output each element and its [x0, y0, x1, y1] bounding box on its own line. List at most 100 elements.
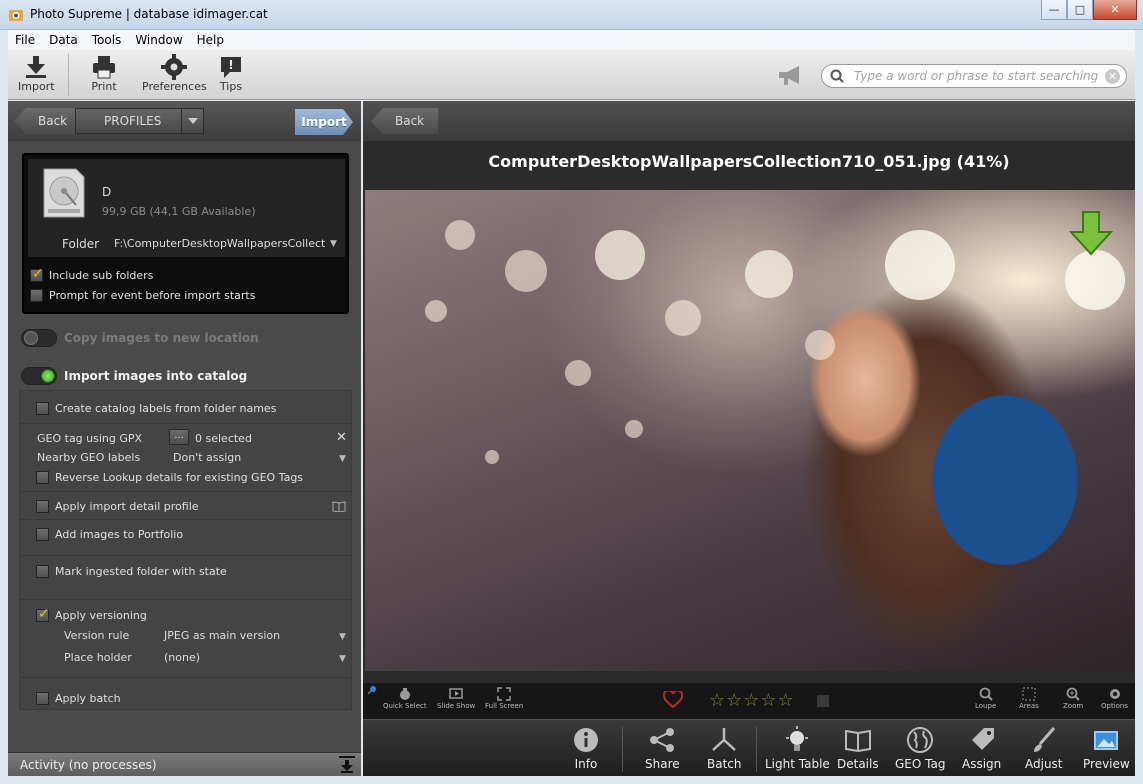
slide-show-icon [449, 688, 463, 699]
minimize-button[interactable]: — [1041, 0, 1067, 20]
tab-batch[interactable]: Batch [707, 726, 742, 771]
zoom-label: Zoom [1063, 702, 1084, 710]
apply-batch-checkbox[interactable] [36, 692, 49, 705]
nearby-geo-label: Nearby GEO labels [37, 451, 141, 464]
include-sub-folders-row[interactable]: Include sub folders [30, 266, 153, 282]
slide-show-label: Slide Show [437, 702, 476, 710]
add-portfolio-checkbox[interactable] [36, 528, 49, 541]
folder-dropdown-icon[interactable]: ▼ [330, 239, 337, 249]
reject-flag[interactable] [817, 695, 829, 707]
menu-file[interactable]: File [8, 33, 42, 47]
heart-icon[interactable] [663, 691, 683, 709]
search-box[interactable]: Type a word or phrase to start searching… [821, 64, 1127, 88]
apply-versioning-row[interactable]: Apply versioning [36, 606, 147, 622]
quick-select-button[interactable]: Quick Select [383, 686, 427, 710]
tab-details[interactable]: Details [837, 726, 879, 771]
tab-details-label: Details [837, 757, 879, 771]
create-labels-checkbox[interactable] [36, 402, 49, 415]
areas-icon [1022, 687, 1036, 701]
copy-images-toggle[interactable] [21, 329, 57, 347]
tab-info[interactable]: Info [572, 726, 600, 771]
loupe-button[interactable]: Loupe [975, 686, 996, 710]
place-holder-dropdown-icon[interactable]: ▼ [339, 654, 346, 664]
picture-icon [1094, 731, 1119, 750]
copy-images-label: Copy images to new location [64, 331, 259, 345]
import-catalog-toggle[interactable] [21, 367, 57, 385]
full-screen-button[interactable]: Full Screen [485, 686, 523, 710]
menu-data[interactable]: Data [42, 33, 85, 47]
import-options: Create catalog labels from folder names … [19, 390, 353, 710]
star-rating[interactable]: ☆☆☆☆☆ [709, 690, 795, 711]
import-toolbar-button[interactable]: Import [18, 54, 55, 93]
quick-select-icon [399, 688, 410, 700]
pin-icon[interactable] [367, 685, 377, 695]
mark-folder-row[interactable]: Mark ingested folder with state [36, 565, 227, 578]
nearby-geo-dropdown-icon[interactable]: ▼ [339, 454, 346, 464]
apply-profile-row[interactable]: Apply import detail profile [36, 500, 199, 513]
version-rule-select[interactable]: JPEG as main version [164, 629, 280, 642]
tab-info-label: Info [574, 757, 598, 771]
toolbar-separator [68, 54, 69, 96]
version-rule-dropdown-icon[interactable]: ▼ [339, 632, 346, 642]
menu-tools[interactable]: Tools [85, 33, 129, 47]
main-toolbar: Import Print Preferences ! Tips Type a w… [8, 50, 1135, 100]
close-button[interactable]: ✕ [1093, 0, 1137, 20]
tab-geo-tag[interactable]: GEO Tag [895, 726, 945, 771]
close-icon[interactable]: ✕ [336, 430, 347, 445]
apply-versioning-checkbox[interactable] [36, 606, 50, 622]
megaphone-icon[interactable] [777, 64, 805, 88]
apply-profile-label: Apply import detail profile [55, 500, 199, 513]
place-holder-select[interactable]: (none) [164, 651, 200, 664]
left-back-button[interactable]: Back [14, 108, 82, 134]
mark-folder-checkbox[interactable] [36, 565, 49, 578]
apply-batch-label: Apply batch [55, 692, 121, 705]
activity-bar[interactable]: Activity (no processes) [8, 752, 361, 776]
import-catalog-label: Import images into catalog [64, 369, 248, 383]
create-labels-row[interactable]: Create catalog labels from folder names [36, 402, 276, 415]
print-button[interactable]: Print [91, 54, 117, 93]
import-button[interactable]: Import [295, 109, 353, 135]
options-button[interactable]: Options [1101, 686, 1128, 710]
nearby-geo-select[interactable]: Don't assign [173, 451, 241, 464]
download-arrow-icon[interactable] [1069, 210, 1113, 256]
menu-help[interactable]: Help [190, 33, 231, 47]
profiles-dropdown[interactable]: PROFILES [75, 108, 204, 134]
search-input[interactable]: Type a word or phrase to start searching [854, 69, 1098, 83]
areas-button[interactable]: Areas [1019, 686, 1039, 710]
prompt-event-row[interactable]: Prompt for event before import starts [30, 289, 255, 302]
geo-tag-browse-button[interactable]: ... [169, 429, 189, 445]
tips-button[interactable]: ! Tips [218, 54, 244, 93]
folder-selector[interactable]: F:\ComputerDesktopWallpapersCollection [114, 237, 326, 250]
drive-size: 99,9 GB (44,1 GB Available) [102, 205, 256, 218]
divider [20, 555, 353, 556]
reverse-lookup-checkbox[interactable] [36, 471, 49, 484]
tab-share[interactable]: Share [645, 726, 680, 771]
create-labels-label: Create catalog labels from folder names [55, 402, 277, 415]
menu-window[interactable]: Window [128, 33, 189, 47]
add-portfolio-row[interactable]: Add images to Portfolio [36, 528, 183, 541]
book-icon[interactable] [332, 500, 346, 512]
tab-light-table[interactable]: Light Table [765, 726, 830, 771]
maximize-button[interactable]: □ [1067, 0, 1093, 20]
preview-image[interactable] [365, 190, 1135, 671]
divider [20, 519, 353, 520]
apply-batch-row[interactable]: Apply batch [36, 692, 121, 705]
divider [20, 423, 353, 424]
download-icon[interactable] [339, 756, 355, 773]
tab-adjust[interactable]: Adjust [1025, 726, 1063, 771]
search-icon [830, 69, 844, 83]
apply-profile-checkbox[interactable] [36, 500, 49, 513]
preferences-button[interactable]: Preferences [142, 54, 207, 93]
prompt-event-checkbox[interactable] [30, 289, 43, 302]
reverse-lookup-row[interactable]: Reverse Lookup details for existing GEO … [36, 471, 303, 484]
profiles-label: PROFILES [104, 114, 162, 128]
include-sub-folders-checkbox[interactable] [30, 266, 44, 282]
tab-preview[interactable]: Preview [1083, 726, 1130, 771]
app-icon [9, 10, 23, 21]
clear-search-icon[interactable]: ✕ [1105, 69, 1120, 84]
tab-share-label: Share [645, 757, 680, 771]
slide-show-button[interactable]: Slide Show [437, 686, 475, 710]
right-back-button[interactable]: Back [371, 108, 439, 134]
tab-assign[interactable]: Assign [962, 726, 1001, 771]
zoom-button[interactable]: Zoom [1063, 686, 1083, 710]
